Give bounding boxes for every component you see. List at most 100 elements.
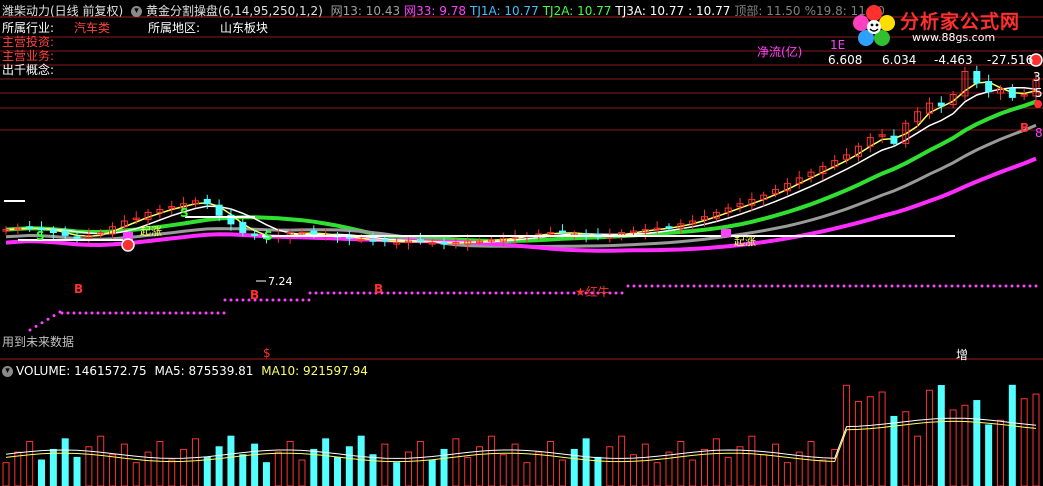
candle-body: [203, 198, 211, 205]
candle-body: [890, 135, 898, 144]
trend-dot: [301, 298, 305, 302]
trend-dot: [938, 284, 942, 288]
candle-body: [73, 236, 81, 239]
trend-dot: [307, 298, 311, 302]
trend-dot: [878, 284, 882, 288]
trend-dot: [512, 291, 516, 295]
zeng-mark: 增: [956, 348, 969, 362]
indicator-value: TJ2A: 10.77: [542, 4, 612, 18]
volume-bar: [180, 448, 188, 486]
volume-bar: [298, 459, 306, 486]
volume-bar: [333, 456, 341, 486]
trend-dot: [326, 291, 330, 295]
volume-bar: [665, 451, 673, 486]
volume-bar: [357, 435, 365, 486]
candle-body: [26, 226, 34, 229]
trend-dot: [1022, 284, 1026, 288]
volume-bar: [381, 443, 389, 486]
trend-dot: [782, 284, 786, 288]
volume-bar: [487, 435, 495, 486]
trend-dot: [440, 291, 444, 295]
trend-dot: [314, 291, 318, 295]
trend-dot: [806, 284, 810, 288]
volume-bar: [795, 451, 803, 486]
trend-dot: [295, 298, 299, 302]
b-marker: B: [1020, 121, 1030, 135]
trend-dot: [764, 284, 768, 288]
volume-bar: [26, 440, 34, 486]
trend-dot: [872, 284, 876, 288]
trend-dot: [428, 291, 432, 295]
trend-dot: [458, 291, 462, 295]
volume-bar: [783, 462, 791, 486]
trend-dot: [66, 311, 70, 315]
trend-dot: [356, 291, 360, 295]
volume-ma5-line: [5, 417, 1037, 459]
dropdown-icon[interactable]: ▾: [131, 6, 143, 17]
trend-dot: [812, 284, 816, 288]
volume-bar: [890, 415, 898, 486]
site-logo: 分析家公式网 www.88gs.com: [852, 4, 1038, 48]
trend-dot: [854, 284, 858, 288]
trend-dot: [289, 298, 293, 302]
trend-dot: [138, 311, 142, 315]
fund-flow-value: -27.516: [987, 53, 1034, 67]
volume-bar: [239, 454, 247, 486]
trend-dot: [470, 291, 474, 295]
trend-dot: [560, 291, 564, 295]
right-value: 3: [1033, 70, 1041, 84]
volume-bar: [49, 448, 57, 486]
trend-dot: [350, 291, 354, 295]
trend-dot: [308, 291, 312, 295]
ma-white-line: [5, 87, 1037, 244]
volume-bar: [1008, 384, 1016, 486]
candle-body: [440, 242, 448, 245]
trend-dot: [368, 291, 372, 295]
trend-dot: [108, 311, 112, 315]
volume-bar: [973, 400, 981, 486]
volume-bar: [878, 391, 886, 486]
trend-dot: [144, 311, 148, 315]
trend-dot: [40, 321, 44, 325]
volume-bar: [582, 438, 590, 486]
volume-bar: [464, 456, 472, 486]
trend-dot: [277, 298, 281, 302]
volume-bar: [156, 440, 164, 486]
volume-bar: [369, 454, 377, 486]
trend-dot: [332, 291, 336, 295]
volume-bar: [416, 440, 424, 486]
indicator-value: 网33: 9.78: [404, 4, 466, 18]
trend-dot: [235, 298, 239, 302]
fund-flow-value: 6.034: [882, 53, 917, 67]
trend-dot: [722, 284, 726, 288]
indicator-title[interactable]: 黄金分割操盘(6,14,95,250,1,2): [146, 4, 323, 18]
flower-logo-icon: [853, 5, 895, 46]
trend-dot: [836, 284, 840, 288]
volume-bar: [38, 459, 46, 486]
volume-bar: [772, 443, 780, 486]
trend-dot: [338, 291, 342, 295]
trend-dot: [776, 284, 780, 288]
volume-bar: [902, 411, 910, 486]
trend-dot: [186, 311, 190, 315]
volume-bar: [760, 454, 768, 486]
dollar-mark: $: [263, 346, 271, 360]
trend-dot: [746, 284, 750, 288]
volume-bar: [61, 438, 69, 486]
volume-bar: [203, 456, 211, 486]
volume-bar: [606, 446, 614, 486]
candle-body: [381, 239, 389, 242]
stock-title[interactable]: 潍柴动力(日线 前复权): [2, 4, 123, 18]
trend-dot: [1034, 284, 1038, 288]
low-price-label: 7.24: [268, 275, 293, 288]
stock-chart: [0, 16, 1043, 486]
volume-bar: [168, 459, 176, 486]
star-label: ★红牛: [575, 285, 610, 299]
volume-bar: [807, 440, 815, 486]
volume-bar: [191, 438, 199, 486]
dropdown-icon[interactable]: ▾: [2, 366, 13, 377]
candle-body: [239, 221, 247, 233]
trend-dot: [156, 311, 160, 315]
trend-dot: [620, 291, 624, 295]
volume-bar: [109, 454, 117, 486]
